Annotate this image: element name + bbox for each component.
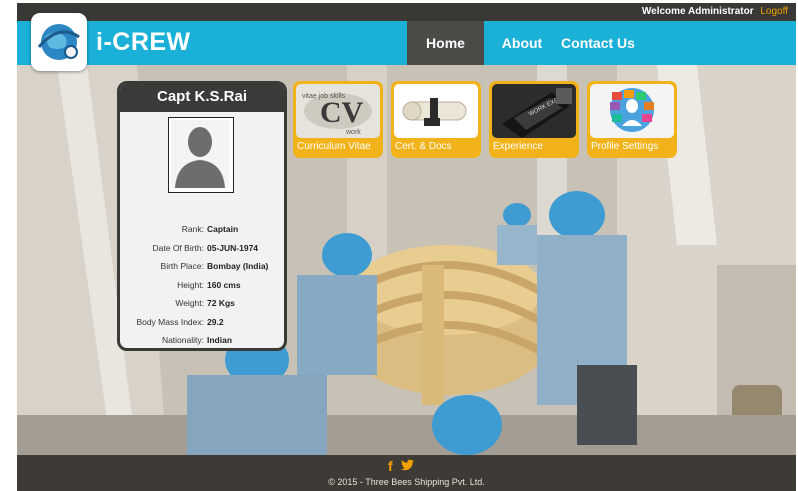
social-links: f: [388, 458, 414, 474]
tile-label: Cert. & Docs: [395, 141, 452, 152]
welcome-text: Welcome Administrator: [641, 6, 754, 17]
logoff-link[interactable]: Logoff: [760, 6, 788, 17]
detail-row: Weight: 72 Kgs: [124, 298, 284, 317]
copyright-text: © 2015 - Three Bees Shipping Pvt. Ltd.: [328, 477, 485, 487]
nav-menu: Home About Contact Us: [407, 21, 636, 65]
detail-row: Height: 160 cms: [124, 280, 284, 299]
tile-cert-docs[interactable]: Cert. & Docs: [391, 81, 481, 158]
detail-label: Nationality:: [161, 335, 204, 345]
detail-value: 29.2: [207, 316, 224, 327]
detail-row: Rank: Captain: [124, 224, 284, 243]
tile-experience[interactable]: WORK EXP Experience: [489, 81, 579, 158]
tile-profile-settings[interactable]: Profile Settings: [587, 81, 677, 158]
scroll-certificate-icon: [394, 84, 478, 138]
footer: f © 2015 - Three Bees Shipping Pvt. Ltd.: [17, 455, 796, 491]
detail-row: Birth Place: Bombay (India): [124, 261, 284, 280]
welcome-area: Welcome Administrator Logoff: [642, 6, 788, 17]
svg-text:work: work: [345, 129, 361, 136]
profile-collage-icon: [590, 84, 674, 138]
detail-row: Body Mass Index: 29.2: [124, 317, 284, 336]
profile-photo: [168, 117, 234, 193]
profile-details: Rank: Captain Date Of Birth: 05-JUN-1974 B…: [124, 224, 284, 348]
svg-text:vitae job skills: vitae job skills: [302, 93, 346, 100]
profile-name: Capt K.S.Rai: [120, 84, 284, 112]
profile-card: Capt K.S.Rai Rank: Captain Date Of Birth:…: [117, 81, 287, 351]
detail-value: Bombay (India): [207, 261, 269, 271]
globe-logo-icon[interactable]: [31, 13, 87, 71]
nav-about[interactable]: About: [484, 21, 560, 65]
top-bar: Welcome Administrator Logoff: [17, 3, 796, 21]
brand-title: i-CREW: [96, 28, 191, 56]
detail-value: Captain: [207, 224, 239, 234]
detail-label: Date Of Birth:: [152, 242, 205, 253]
svg-text:CV: CV: [320, 96, 364, 129]
app-window: Welcome Administrator Logoff i-CREW Home…: [17, 3, 796, 491]
cv-wordcloud-icon: CV vitae job skills work: [296, 84, 380, 138]
twitter-icon[interactable]: [400, 458, 414, 474]
detail-value: 72 Kgs: [207, 298, 235, 308]
nav-contact-us[interactable]: Contact Us: [560, 21, 636, 65]
detail-label: Body Mass Index:: [136, 316, 204, 327]
detail-label: Rank:: [181, 224, 204, 234]
detail-label: Weight:: [175, 298, 204, 308]
detail-label: Birth Place:: [160, 261, 204, 271]
tile-label: Experience: [493, 141, 544, 152]
detail-row: Nationality: Indian: [124, 335, 284, 348]
tile-curriculum-vitae[interactable]: CV vitae job skills work Curriculum Vita…: [293, 81, 383, 158]
nav-home[interactable]: Home: [407, 21, 484, 65]
experience-key-icon: WORK EXP: [492, 84, 576, 138]
detail-value: Indian: [207, 335, 233, 345]
tile-label: Profile Settings: [591, 141, 659, 152]
person-silhouette-icon: [171, 120, 229, 188]
detail-value: 160 cms: [207, 279, 241, 290]
tile-label: Curriculum Vitae: [297, 141, 371, 152]
detail-value: 05-JUN-1974: [207, 242, 259, 253]
facebook-icon[interactable]: f: [388, 458, 393, 474]
detail-row: Date Of Birth: 05-JUN-1974: [124, 243, 284, 262]
main-navbar: i-CREW Home About Contact Us: [17, 13, 796, 71]
detail-label: Height:: [177, 279, 204, 290]
